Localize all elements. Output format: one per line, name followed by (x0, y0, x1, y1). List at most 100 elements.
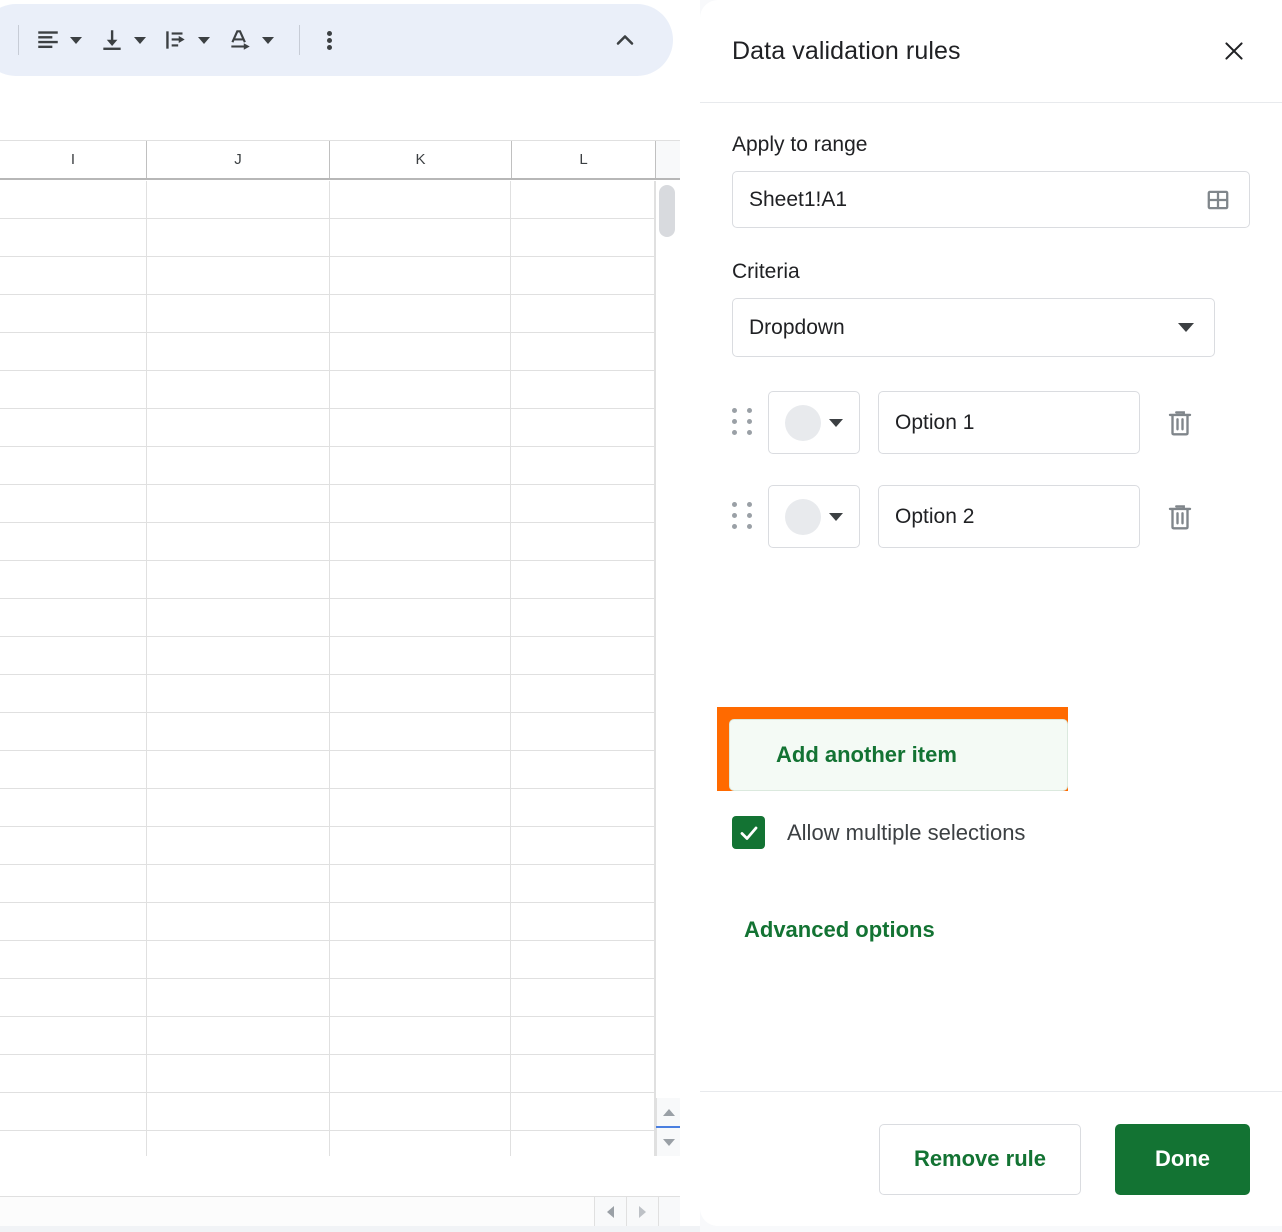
grid-cell[interactable] (0, 675, 147, 712)
grid-cell[interactable] (330, 561, 512, 598)
grid-cell[interactable] (147, 827, 330, 864)
collapse-toolbar-icon[interactable] (605, 20, 645, 60)
grid-cell[interactable] (511, 675, 655, 712)
grid-cell[interactable] (147, 447, 330, 484)
vertical-scroll-thumb[interactable] (659, 185, 675, 237)
grid-cell[interactable] (330, 1093, 512, 1130)
grid-cell[interactable] (0, 637, 147, 674)
item-value-input[interactable]: Option 1 (878, 391, 1140, 454)
grid-cell[interactable] (511, 409, 655, 446)
grid-row[interactable] (0, 333, 656, 371)
grid-cell[interactable] (330, 523, 512, 560)
grid-cell[interactable] (147, 941, 330, 978)
grid-cell[interactable] (330, 865, 512, 902)
grid-row[interactable] (0, 219, 656, 257)
grid-cell[interactable] (0, 409, 147, 446)
grid-cell[interactable] (0, 789, 147, 826)
grid-cell[interactable] (330, 1131, 512, 1156)
grid-cell[interactable] (147, 675, 330, 712)
remove-rule-button[interactable]: Remove rule (879, 1124, 1081, 1195)
grid-cell[interactable] (511, 523, 655, 560)
grid-cell[interactable] (511, 789, 655, 826)
grid-cell[interactable] (330, 751, 512, 788)
done-button[interactable]: Done (1115, 1124, 1250, 1195)
grid-row[interactable] (0, 1017, 656, 1055)
grid-row[interactable] (0, 181, 656, 219)
column-header-I[interactable]: I (0, 141, 147, 178)
grid-cell[interactable] (511, 751, 655, 788)
grid-cell[interactable] (147, 1131, 330, 1156)
item-value-input[interactable]: Option 2 (878, 485, 1140, 548)
grid-cell[interactable] (511, 637, 655, 674)
scroll-up-button[interactable] (656, 1098, 680, 1126)
grid-cell[interactable] (0, 447, 147, 484)
grid-cell[interactable] (511, 903, 655, 940)
advanced-options-link[interactable]: Advanced options (744, 917, 935, 943)
vertical-align-icon[interactable] (95, 20, 129, 60)
grid-cell[interactable] (147, 865, 330, 902)
grid-cell[interactable] (511, 1093, 655, 1130)
grid-cell[interactable] (511, 485, 655, 522)
grid-cell[interactable] (330, 637, 512, 674)
scroll-left-button[interactable] (594, 1197, 626, 1226)
grid-cell[interactable] (330, 447, 512, 484)
grid-cell[interactable] (330, 181, 512, 218)
grid-row[interactable] (0, 827, 656, 865)
grid-cell[interactable] (0, 903, 147, 940)
add-another-item-button[interactable]: Add another item (729, 719, 1068, 791)
horizontal-scroll-track[interactable] (0, 1197, 594, 1226)
grid-cell[interactable] (330, 295, 512, 332)
grid-cell[interactable] (511, 447, 655, 484)
grid-cell[interactable] (147, 371, 330, 408)
grid-cell[interactable] (0, 295, 147, 332)
grid-cell[interactable] (0, 1017, 147, 1054)
grid-cell[interactable] (330, 789, 512, 826)
scroll-right-button[interactable] (626, 1197, 658, 1226)
text-wrap-caret-icon[interactable] (193, 20, 215, 60)
allow-multiple-selections-checkbox[interactable]: Allow multiple selections (732, 816, 1025, 849)
grid-cell[interactable] (0, 1055, 147, 1092)
grid-cell[interactable] (0, 371, 147, 408)
scroll-down-button[interactable] (656, 1128, 680, 1156)
grid-row[interactable] (0, 903, 656, 941)
drag-handle-icon[interactable] (732, 502, 758, 532)
grid-cell[interactable] (511, 181, 655, 218)
grid-cell[interactable] (330, 333, 512, 370)
grid-row[interactable] (0, 485, 656, 523)
checkbox-checked-icon[interactable] (732, 816, 765, 849)
spreadsheet-grid[interactable] (0, 181, 656, 1156)
grid-row[interactable] (0, 637, 656, 675)
grid-row[interactable] (0, 447, 656, 485)
grid-cell[interactable] (330, 599, 512, 636)
grid-cell[interactable] (147, 1055, 330, 1092)
grid-cell[interactable] (511, 561, 655, 598)
grid-cell[interactable] (147, 485, 330, 522)
grid-cell[interactable] (147, 257, 330, 294)
grid-cell[interactable] (511, 599, 655, 636)
grid-cell[interactable] (0, 979, 147, 1016)
text-rotation-icon[interactable] (223, 20, 257, 60)
grid-cell[interactable] (330, 979, 512, 1016)
grid-cell[interactable] (147, 1017, 330, 1054)
text-rotation-caret-icon[interactable] (257, 20, 279, 60)
grid-cell[interactable] (511, 1017, 655, 1054)
grid-cell[interactable] (0, 561, 147, 598)
delete-item-icon[interactable] (1156, 493, 1204, 541)
grid-cell[interactable] (330, 713, 512, 750)
grid-cell[interactable] (330, 371, 512, 408)
grid-row[interactable] (0, 865, 656, 903)
grid-cell[interactable] (0, 599, 147, 636)
grid-cell[interactable] (0, 1093, 147, 1130)
grid-cell[interactable] (147, 903, 330, 940)
item-color-picker[interactable] (768, 485, 860, 548)
grid-cell[interactable] (330, 219, 512, 256)
grid-cell[interactable] (147, 295, 330, 332)
column-header-J[interactable]: J (147, 141, 330, 178)
grid-cell[interactable] (0, 485, 147, 522)
grid-cell[interactable] (147, 1093, 330, 1130)
grid-cell[interactable] (0, 181, 147, 218)
grid-cell[interactable] (147, 713, 330, 750)
grid-cell[interactable] (330, 409, 512, 446)
grid-cell[interactable] (511, 941, 655, 978)
grid-cell[interactable] (511, 865, 655, 902)
